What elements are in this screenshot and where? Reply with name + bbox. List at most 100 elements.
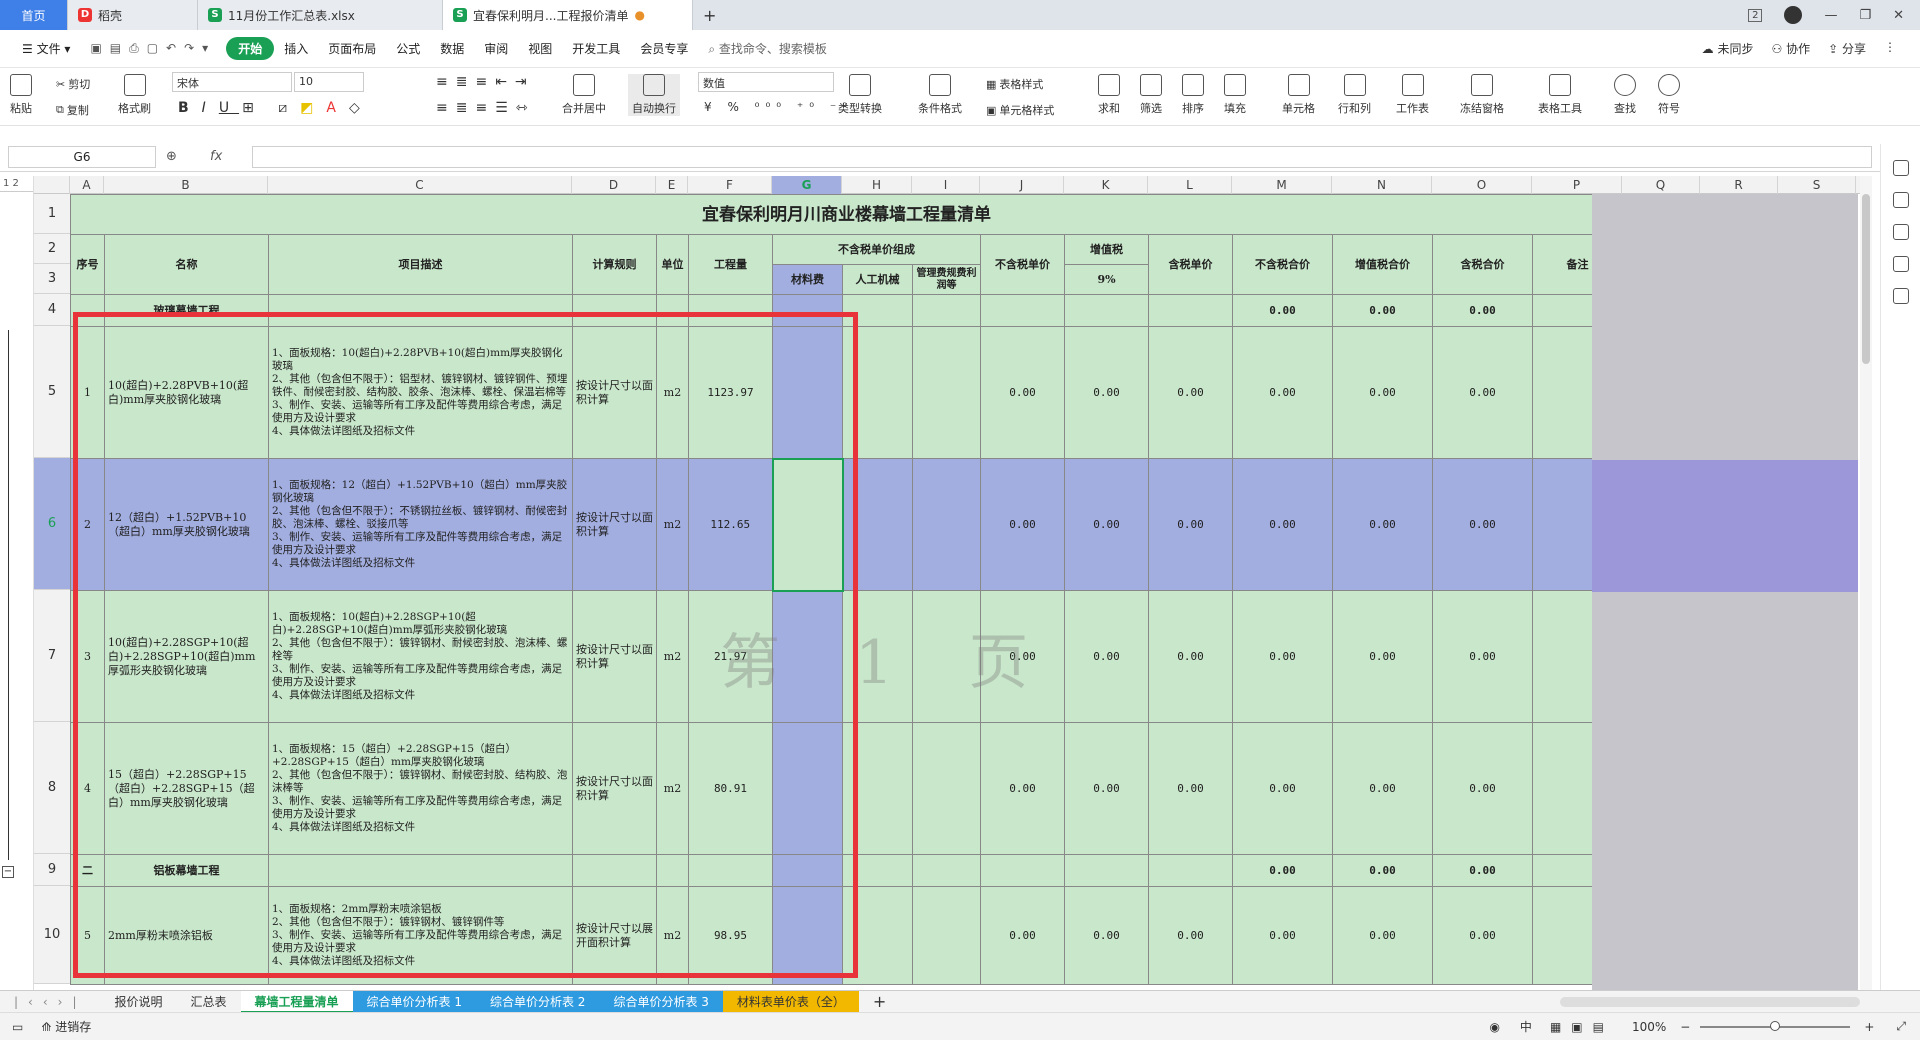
cell[interactable]	[842, 854, 913, 887]
item-material[interactable]	[772, 722, 843, 855]
item-labor[interactable]	[842, 722, 913, 855]
name-box[interactable]: G6	[8, 146, 156, 168]
share-button[interactable]: ⇪ 分享	[1828, 40, 1866, 57]
cell[interactable]	[572, 294, 657, 327]
cell[interactable]	[912, 854, 981, 887]
cell[interactable]	[656, 854, 689, 887]
section-total-in[interactable]: 0.00	[1432, 294, 1533, 327]
font-style-buttons[interactable]: B I U ⊞ ⧄ ◩ A ◇	[178, 100, 370, 116]
item-mgmt[interactable]	[912, 326, 981, 459]
status-monitor-icon[interactable]: ▭	[0, 1020, 35, 1034]
share-panel-icon[interactable]	[1892, 288, 1909, 304]
header-total-ex[interactable]: 不含税合价	[1232, 234, 1333, 295]
item-unitprice-in[interactable]: 0.00	[1148, 590, 1233, 723]
row-header-5[interactable]: 5	[34, 326, 70, 458]
fx-icon[interactable]: fx	[210, 149, 222, 164]
item-name[interactable]: 12（超白）+1.52PVB+10（超白）mm厚夹胶钢化玻璃	[104, 458, 269, 591]
sheet-tab-quantity-list[interactable]: 幕墙工程量清单	[240, 990, 353, 1013]
worksheet-button[interactable]: 工作表	[1396, 74, 1429, 116]
type-convert-button[interactable]: 类型转换	[838, 74, 882, 116]
row-header-4[interactable]: 4	[34, 294, 70, 326]
column-header-J[interactable]: J	[980, 176, 1064, 194]
item-desc[interactable]: 1、面板规格：15（超白）+2.28SGP+15（超白）+2.28SGP+15（…	[268, 722, 573, 855]
zoom-slider[interactable]	[1700, 1020, 1851, 1031]
header-unit-composition[interactable]: 不含税单价组成	[772, 234, 981, 265]
section-vat-total[interactable]: 0.00	[1332, 854, 1433, 887]
item-vat[interactable]: 0.00	[1064, 458, 1149, 591]
horizontal-scrollbar[interactable]	[1560, 996, 1860, 1007]
header-desc[interactable]: 项目描述	[268, 234, 573, 295]
item-total-in[interactable]: 0.00	[1432, 458, 1533, 591]
item-unitprice-in[interactable]: 0.00	[1148, 458, 1233, 591]
menu-tab-home[interactable]: 开始	[226, 37, 275, 60]
copy-button[interactable]: ⧉ 复制	[56, 102, 89, 118]
item-unitprice-ex[interactable]: 0.00	[980, 722, 1065, 855]
item-rule[interactable]: 按设计尺寸以面积计算	[572, 722, 657, 855]
header-material[interactable]: 材料费	[772, 264, 843, 295]
item-unit[interactable]: m2	[656, 722, 689, 855]
section-total-ex[interactable]: 0.00	[1232, 854, 1333, 887]
column-header-B[interactable]: B	[104, 176, 268, 194]
zoom-in-button[interactable]: +	[1856, 1020, 1882, 1034]
item-vat[interactable]: 0.00	[1064, 590, 1149, 723]
cell[interactable]	[1064, 854, 1149, 887]
item-total-ex[interactable]: 0.00	[1232, 458, 1333, 591]
column-header-I[interactable]: I	[912, 176, 980, 194]
item-qty[interactable]: 80.91	[688, 722, 773, 855]
table-title[interactable]: 宜春保利明月川商业楼幕墙工程量清单	[70, 194, 1623, 235]
item-labor[interactable]	[842, 458, 913, 591]
item-rule[interactable]: 按设计尺寸以面积计算	[572, 458, 657, 591]
zoom-formula-icon[interactable]: ⊕	[166, 149, 177, 164]
item-unitprice-ex[interactable]: 0.00	[980, 458, 1065, 591]
view-mode-buttons[interactable]: ▦▣▤	[1542, 1020, 1622, 1034]
fullscreen-icon[interactable]: ⤢	[1882, 1019, 1920, 1034]
filter-button[interactable]: 筛选	[1140, 74, 1162, 116]
new-tab-button[interactable]: +	[693, 0, 726, 30]
item-unitprice-ex[interactable]: 0.00	[980, 886, 1065, 985]
cell[interactable]	[688, 294, 773, 327]
sheet-nav-arrows[interactable]: |‹‹›|	[0, 991, 100, 1013]
header-name[interactable]: 名称	[104, 234, 269, 295]
item-material[interactable]	[772, 886, 843, 985]
column-header-G[interactable]: G	[772, 176, 842, 194]
scrollbar-thumb[interactable]	[1862, 194, 1870, 364]
command-search[interactable]: ⌕ 查找命令、搜索模板	[698, 40, 837, 57]
settings-icon[interactable]	[1892, 192, 1909, 208]
sheet-tab-analysis-3[interactable]: 综合单价分析表 3	[599, 990, 723, 1013]
header-total-in[interactable]: 含税合价	[1432, 234, 1533, 295]
vertical-scrollbar[interactable]	[1860, 176, 1872, 991]
backup-icon[interactable]	[1892, 224, 1909, 240]
item-unitprice-in[interactable]: 0.00	[1148, 326, 1233, 459]
item-labor[interactable]	[842, 886, 913, 985]
zoom-out-button[interactable]: −	[1676, 1020, 1694, 1034]
menu-tab-review[interactable]: 审阅	[474, 40, 518, 57]
item-total-ex[interactable]: 0.00	[1232, 326, 1333, 459]
item-mgmt[interactable]	[912, 590, 981, 723]
column-header-R[interactable]: R	[1700, 176, 1778, 194]
item-seq[interactable]: 2	[70, 458, 105, 591]
item-seq[interactable]: 5	[70, 886, 105, 985]
cell[interactable]	[268, 854, 573, 887]
row-header-9[interactable]: 9	[34, 854, 70, 886]
window-count-badge[interactable]: 2	[1748, 8, 1763, 22]
column-header-O[interactable]: O	[1432, 176, 1532, 194]
column-header-E[interactable]: E	[656, 176, 688, 194]
column-header-C[interactable]: C	[268, 176, 572, 194]
item-vat-total[interactable]: 0.00	[1332, 886, 1433, 985]
column-header-K[interactable]: K	[1064, 176, 1148, 194]
cell[interactable]	[268, 294, 573, 327]
item-rule[interactable]: 按设计尺寸以展开面积计算	[572, 886, 657, 985]
file-menu[interactable]: ☰ 文件 ▾	[12, 40, 80, 57]
item-material[interactable]	[772, 326, 843, 459]
cell[interactable]	[688, 854, 773, 887]
column-header-P[interactable]: P	[1532, 176, 1622, 194]
fill-button[interactable]: 填充	[1224, 74, 1246, 116]
row-header-8[interactable]: 8	[34, 722, 70, 854]
item-total-in[interactable]: 0.00	[1432, 722, 1533, 855]
eye-icon[interactable]: ◉	[1479, 1020, 1509, 1034]
symbol-button[interactable]: 符号	[1658, 74, 1680, 116]
cell-style-button[interactable]: ▣ 单元格样式	[986, 102, 1054, 118]
header-unitprice-in[interactable]: 含税单价	[1148, 234, 1233, 295]
tab-daoke[interactable]: D 稻壳	[68, 0, 198, 30]
cell[interactable]	[1064, 294, 1149, 327]
